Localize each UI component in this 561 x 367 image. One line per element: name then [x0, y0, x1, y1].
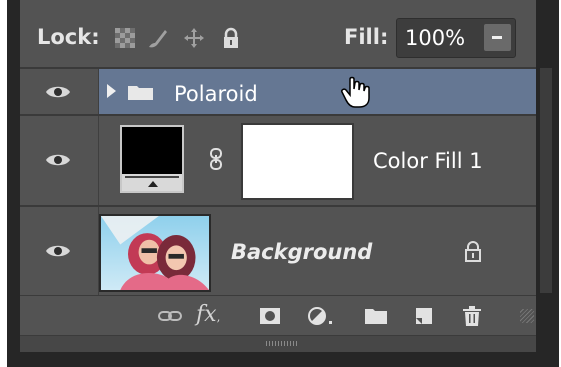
layer-mask-thumbnail[interactable]	[241, 123, 354, 200]
layer-name[interactable]: Polaroid	[174, 82, 258, 106]
expand-triangle-icon[interactable]	[107, 84, 116, 98]
new-layer-icon[interactable]	[413, 306, 435, 326]
eye-icon[interactable]	[44, 151, 72, 169]
layer-row-background[interactable]: Background	[20, 207, 536, 295]
add-mask-icon[interactable]	[258, 306, 282, 326]
fill-value[interactable]: 100%	[405, 26, 465, 50]
color-fill-thumbnail[interactable]	[120, 125, 184, 193]
visibility-column	[20, 116, 99, 205]
layers-panel-body: Lock: Fill: 100% Polaroid Color Fill 1 B…	[20, 0, 536, 352]
fill-opacity-field[interactable]: 100%	[396, 18, 516, 58]
grip-dots-icon	[266, 341, 298, 346]
fx-icon[interactable]: fx,	[196, 302, 220, 327]
layer-lock-icon	[465, 241, 481, 262]
visibility-column	[20, 207, 99, 295]
eye-icon[interactable]	[44, 83, 72, 101]
visibility-column	[20, 69, 99, 114]
adjustment-layer-icon[interactable]	[307, 306, 337, 326]
background-photo-thumbnail[interactable]	[99, 214, 211, 292]
eye-icon[interactable]	[44, 242, 72, 260]
layers-toolbar: fx,	[20, 295, 536, 336]
lock-transparent-pixels-icon[interactable]	[114, 27, 136, 49]
chain-link-icon[interactable]	[209, 148, 223, 170]
fill-adjustment-strip	[122, 174, 182, 191]
resize-grip-icon[interactable]	[520, 309, 534, 323]
layer-name[interactable]: Color Fill 1	[373, 149, 483, 173]
lock-label: Lock:	[37, 25, 100, 49]
layer-name[interactable]: Background	[231, 240, 372, 264]
layer-row-color-fill[interactable]: Color Fill 1	[20, 116, 536, 205]
lock-position-icon[interactable]	[183, 27, 205, 49]
fill-label: Fill:	[344, 25, 389, 49]
lock-all-icon[interactable]	[220, 27, 242, 49]
scrollbar[interactable]	[536, 0, 559, 367]
layers-panel: Lock: Fill: 100% Polaroid Color Fill 1 B…	[7, 0, 559, 367]
new-group-icon[interactable]	[364, 306, 388, 326]
fx-label: fx	[196, 302, 217, 327]
layer-content[interactable]: Polaroid	[99, 69, 536, 114]
layer-row-polaroid[interactable]: Polaroid	[20, 69, 536, 114]
panel-bottom-grip[interactable]	[20, 335, 536, 352]
folder-icon	[128, 86, 153, 100]
delete-layer-icon[interactable]	[461, 306, 483, 326]
hand-cursor-icon	[341, 76, 370, 108]
fill-dropdown-button[interactable]	[484, 24, 511, 51]
link-layers-icon[interactable]	[157, 306, 183, 326]
lock-fill-row: Lock: Fill: 100%	[20, 0, 536, 67]
scroll-track[interactable]	[540, 68, 552, 293]
lock-image-pixels-icon[interactable]	[147, 27, 169, 49]
